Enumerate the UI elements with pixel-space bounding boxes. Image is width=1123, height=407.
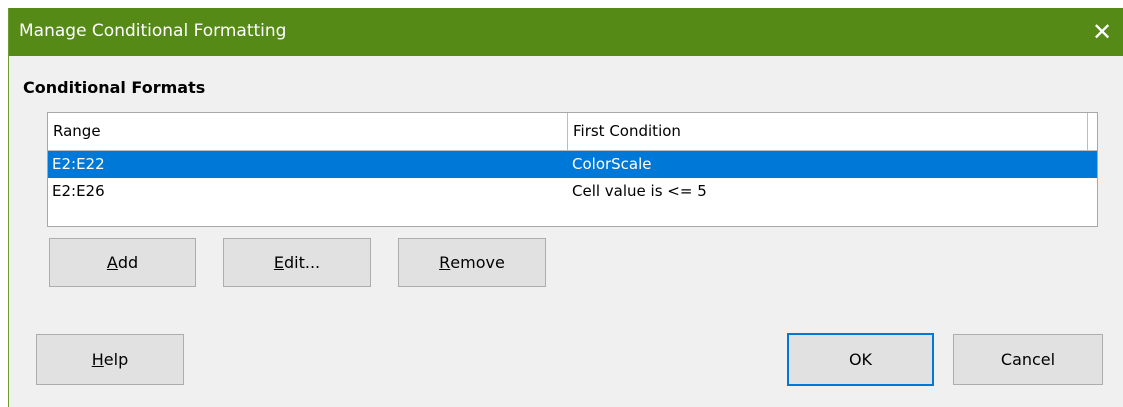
list-row[interactable]: E2:E26 Cell value is <= 5 (48, 178, 1097, 205)
manage-conditional-formatting-dialog: Manage Conditional Formatting ✕ Conditio… (8, 8, 1123, 407)
remove-mnemonic: R (439, 253, 451, 272)
help-mnemonic: H (91, 350, 104, 369)
list-header: Range First Condition (48, 113, 1097, 151)
conditional-formats-label: Conditional Formats (23, 78, 206, 97)
remove-button[interactable]: Remove (398, 238, 546, 287)
add-label: dd (117, 253, 139, 272)
row-condition-cell: Cell value is <= 5 (572, 182, 707, 200)
add-button[interactable]: Add (49, 238, 196, 287)
remove-label: emove (450, 253, 505, 272)
add-mnemonic: A (106, 253, 118, 272)
column-header-first-condition[interactable]: First Condition (568, 113, 1088, 150)
close-icon[interactable]: ✕ (1080, 8, 1123, 56)
edit-label: dit... (283, 253, 321, 272)
row-range-cell: E2:E26 (52, 182, 105, 200)
help-label: elp (103, 350, 129, 369)
edit-button[interactable]: Edit... (223, 238, 371, 287)
conditional-formats-list[interactable]: Range First Condition E2:E22 ColorScale … (47, 112, 1098, 227)
row-condition-cell: ColorScale (572, 155, 652, 173)
ok-button[interactable]: OK (787, 333, 934, 386)
cancel-button[interactable]: Cancel (953, 334, 1103, 385)
help-button[interactable]: Help (36, 334, 184, 385)
row-range-cell: E2:E22 (52, 155, 105, 173)
edit-mnemonic: E (273, 253, 284, 272)
column-header-range[interactable]: Range (48, 113, 568, 150)
title-bar[interactable]: Manage Conditional Formatting ✕ (9, 8, 1123, 56)
dialog-title: Manage Conditional Formatting (19, 21, 287, 41)
list-row[interactable]: E2:E22 ColorScale (48, 151, 1097, 178)
